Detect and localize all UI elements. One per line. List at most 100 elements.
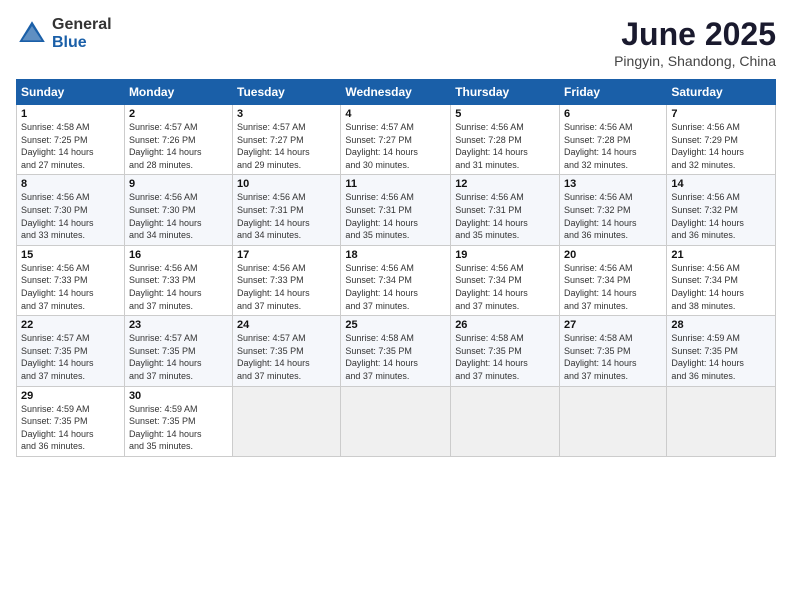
col-header-friday: Friday [560, 80, 667, 105]
day-number: 11 [345, 178, 446, 190]
day-number: 26 [455, 319, 555, 331]
calendar-cell: 8Sunrise: 4:56 AM Sunset: 7:30 PM Daylig… [17, 175, 125, 245]
calendar-cell: 21Sunrise: 4:56 AM Sunset: 7:34 PM Dayli… [667, 245, 776, 315]
day-number: 14 [671, 178, 771, 190]
calendar-cell: 14Sunrise: 4:56 AM Sunset: 7:32 PM Dayli… [667, 175, 776, 245]
calendar-cell: 15Sunrise: 4:56 AM Sunset: 7:33 PM Dayli… [17, 245, 125, 315]
calendar-cell: 1Sunrise: 4:58 AM Sunset: 7:25 PM Daylig… [17, 105, 125, 175]
day-info: Sunrise: 4:57 AM Sunset: 7:27 PM Dayligh… [237, 121, 336, 171]
day-info: Sunrise: 4:56 AM Sunset: 7:31 PM Dayligh… [345, 191, 446, 241]
col-header-sunday: Sunday [17, 80, 125, 105]
day-info: Sunrise: 4:56 AM Sunset: 7:30 PM Dayligh… [129, 191, 228, 241]
day-info: Sunrise: 4:56 AM Sunset: 7:34 PM Dayligh… [671, 262, 771, 312]
calendar-cell [560, 386, 667, 456]
header: General Blue June 2025 Pingyin, Shandong… [16, 16, 776, 69]
day-number: 18 [345, 249, 446, 261]
day-number: 3 [237, 108, 336, 120]
day-number: 10 [237, 178, 336, 190]
day-info: Sunrise: 4:56 AM Sunset: 7:29 PM Dayligh… [671, 121, 771, 171]
calendar-cell: 4Sunrise: 4:57 AM Sunset: 7:27 PM Daylig… [341, 105, 451, 175]
col-header-thursday: Thursday [451, 80, 560, 105]
calendar-cell: 3Sunrise: 4:57 AM Sunset: 7:27 PM Daylig… [233, 105, 341, 175]
calendar-cell: 11Sunrise: 4:56 AM Sunset: 7:31 PM Dayli… [341, 175, 451, 245]
day-info: Sunrise: 4:56 AM Sunset: 7:31 PM Dayligh… [455, 191, 555, 241]
day-number: 28 [671, 319, 771, 331]
logo-text: General Blue [52, 16, 112, 51]
calendar-cell: 17Sunrise: 4:56 AM Sunset: 7:33 PM Dayli… [233, 245, 341, 315]
day-info: Sunrise: 4:57 AM Sunset: 7:27 PM Dayligh… [345, 121, 446, 171]
day-number: 27 [564, 319, 662, 331]
calendar-cell: 9Sunrise: 4:56 AM Sunset: 7:30 PM Daylig… [124, 175, 232, 245]
day-number: 17 [237, 249, 336, 261]
calendar-cell: 16Sunrise: 4:56 AM Sunset: 7:33 PM Dayli… [124, 245, 232, 315]
calendar-cell: 25Sunrise: 4:58 AM Sunset: 7:35 PM Dayli… [341, 316, 451, 386]
col-header-wednesday: Wednesday [341, 80, 451, 105]
day-info: Sunrise: 4:56 AM Sunset: 7:33 PM Dayligh… [21, 262, 120, 312]
day-number: 5 [455, 108, 555, 120]
day-info: Sunrise: 4:59 AM Sunset: 7:35 PM Dayligh… [129, 403, 228, 453]
day-info: Sunrise: 4:59 AM Sunset: 7:35 PM Dayligh… [21, 403, 120, 453]
day-number: 23 [129, 319, 228, 331]
day-number: 15 [21, 249, 120, 261]
logo-blue: Blue [52, 34, 112, 52]
day-number: 22 [21, 319, 120, 331]
day-number: 6 [564, 108, 662, 120]
col-header-tuesday: Tuesday [233, 80, 341, 105]
calendar-cell [667, 386, 776, 456]
calendar-cell [451, 386, 560, 456]
day-info: Sunrise: 4:56 AM Sunset: 7:28 PM Dayligh… [455, 121, 555, 171]
col-header-monday: Monday [124, 80, 232, 105]
day-number: 7 [671, 108, 771, 120]
day-info: Sunrise: 4:56 AM Sunset: 7:33 PM Dayligh… [237, 262, 336, 312]
calendar-cell: 12Sunrise: 4:56 AM Sunset: 7:31 PM Dayli… [451, 175, 560, 245]
day-info: Sunrise: 4:56 AM Sunset: 7:32 PM Dayligh… [564, 191, 662, 241]
col-header-saturday: Saturday [667, 80, 776, 105]
page: { "logo": { "general": "General", "blue"… [0, 0, 792, 612]
logo-general: General [52, 16, 112, 34]
calendar-cell: 2Sunrise: 4:57 AM Sunset: 7:26 PM Daylig… [124, 105, 232, 175]
calendar-title: June 2025 [614, 16, 776, 53]
day-number: 16 [129, 249, 228, 261]
calendar-subtitle: Pingyin, Shandong, China [614, 53, 776, 69]
logo: General Blue [16, 16, 112, 51]
calendar-cell: 23Sunrise: 4:57 AM Sunset: 7:35 PM Dayli… [124, 316, 232, 386]
calendar-cell: 29Sunrise: 4:59 AM Sunset: 7:35 PM Dayli… [17, 386, 125, 456]
day-info: Sunrise: 4:58 AM Sunset: 7:35 PM Dayligh… [564, 332, 662, 382]
day-info: Sunrise: 4:59 AM Sunset: 7:35 PM Dayligh… [671, 332, 771, 382]
day-number: 20 [564, 249, 662, 261]
day-info: Sunrise: 4:56 AM Sunset: 7:31 PM Dayligh… [237, 191, 336, 241]
day-info: Sunrise: 4:57 AM Sunset: 7:26 PM Dayligh… [129, 121, 228, 171]
day-info: Sunrise: 4:58 AM Sunset: 7:25 PM Dayligh… [21, 121, 120, 171]
calendar-cell: 24Sunrise: 4:57 AM Sunset: 7:35 PM Dayli… [233, 316, 341, 386]
day-number: 2 [129, 108, 228, 120]
day-info: Sunrise: 4:57 AM Sunset: 7:35 PM Dayligh… [237, 332, 336, 382]
day-info: Sunrise: 4:56 AM Sunset: 7:33 PM Dayligh… [129, 262, 228, 312]
day-info: Sunrise: 4:58 AM Sunset: 7:35 PM Dayligh… [345, 332, 446, 382]
day-info: Sunrise: 4:56 AM Sunset: 7:34 PM Dayligh… [564, 262, 662, 312]
calendar-cell: 27Sunrise: 4:58 AM Sunset: 7:35 PM Dayli… [560, 316, 667, 386]
day-number: 30 [129, 390, 228, 402]
calendar-cell [341, 386, 451, 456]
calendar-cell: 6Sunrise: 4:56 AM Sunset: 7:28 PM Daylig… [560, 105, 667, 175]
calendar-cell: 18Sunrise: 4:56 AM Sunset: 7:34 PM Dayli… [341, 245, 451, 315]
day-number: 8 [21, 178, 120, 190]
day-info: Sunrise: 4:56 AM Sunset: 7:34 PM Dayligh… [455, 262, 555, 312]
day-info: Sunrise: 4:56 AM Sunset: 7:32 PM Dayligh… [671, 191, 771, 241]
calendar-table: SundayMondayTuesdayWednesdayThursdayFrid… [16, 79, 776, 457]
day-number: 24 [237, 319, 336, 331]
calendar-cell: 22Sunrise: 4:57 AM Sunset: 7:35 PM Dayli… [17, 316, 125, 386]
day-info: Sunrise: 4:58 AM Sunset: 7:35 PM Dayligh… [455, 332, 555, 382]
title-block: June 2025 Pingyin, Shandong, China [614, 16, 776, 69]
day-info: Sunrise: 4:57 AM Sunset: 7:35 PM Dayligh… [129, 332, 228, 382]
day-info: Sunrise: 4:56 AM Sunset: 7:28 PM Dayligh… [564, 121, 662, 171]
day-number: 12 [455, 178, 555, 190]
day-number: 9 [129, 178, 228, 190]
day-info: Sunrise: 4:56 AM Sunset: 7:34 PM Dayligh… [345, 262, 446, 312]
day-number: 21 [671, 249, 771, 261]
day-number: 4 [345, 108, 446, 120]
day-number: 13 [564, 178, 662, 190]
calendar-cell: 5Sunrise: 4:56 AM Sunset: 7:28 PM Daylig… [451, 105, 560, 175]
day-number: 25 [345, 319, 446, 331]
calendar-cell: 30Sunrise: 4:59 AM Sunset: 7:35 PM Dayli… [124, 386, 232, 456]
day-number: 29 [21, 390, 120, 402]
